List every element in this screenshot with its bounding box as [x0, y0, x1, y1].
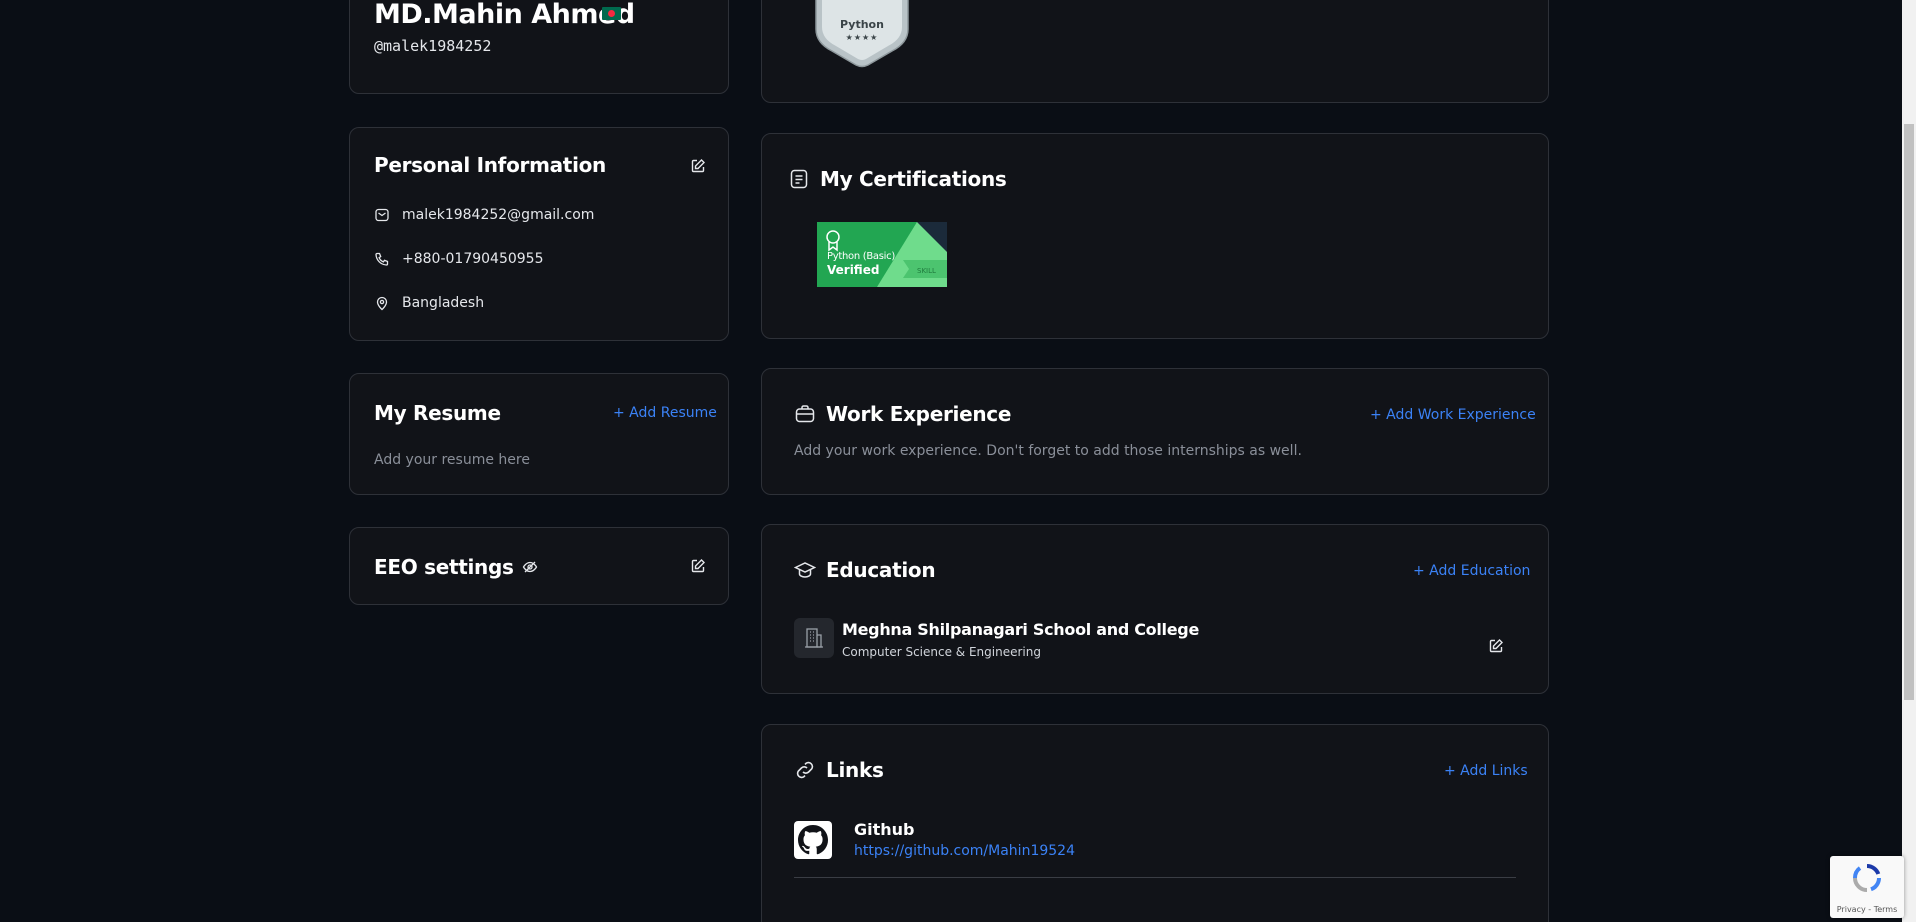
certifications-header: My Certifications: [788, 167, 1007, 191]
add-resume-link[interactable]: + Add Resume: [613, 405, 717, 421]
add-links-link[interactable]: + Add Links: [1444, 763, 1528, 779]
work-experience-card: Work Experience + Add Work Experience Ad…: [761, 368, 1549, 495]
python-basic-certificate[interactable]: Python (Basic) Verified SKILL: [817, 222, 947, 287]
link-name: Github: [854, 820, 915, 839]
personal-information-card: Personal Information malek1984252@gmail.…: [349, 127, 729, 341]
github-url-link[interactable]: https://github.com/Mahin19524: [854, 843, 1075, 859]
location-pin-icon: [374, 295, 390, 311]
divider: [794, 877, 1516, 878]
links-title: Links: [826, 758, 884, 782]
my-resume-title: My Resume: [374, 401, 501, 425]
phone-text: +880-01790450955: [402, 251, 544, 267]
link-icon: [794, 759, 816, 781]
personal-information-title: Personal Information: [374, 153, 606, 177]
email-row: malek1984252@gmail.com: [374, 207, 594, 223]
phone-row: +880-01790450955: [374, 251, 543, 267]
scrollbar-thumb[interactable]: [1904, 124, 1914, 700]
bangladesh-flag-icon: [602, 7, 621, 20]
work-experience-header: Work Experience: [794, 402, 1011, 426]
profile-name: MD.Mahin Ahmed: [374, 0, 635, 30]
scrollbar-track[interactable]: [1902, 0, 1916, 922]
recaptcha-footer-text[interactable]: Privacy - Terms: [1830, 905, 1904, 914]
edit-eeo-icon[interactable]: [689, 557, 707, 575]
links-card: Links + Add Links Github https://github.…: [761, 724, 1549, 922]
edit-personal-info-icon[interactable]: [689, 157, 707, 175]
location-text: Bangladesh: [402, 295, 485, 311]
mail-icon: [374, 207, 390, 223]
briefcase-icon: [794, 403, 816, 425]
certifications-title: My Certifications: [820, 167, 1007, 191]
eeo-settings-title: EEO settings: [374, 555, 514, 579]
eeo-settings-card: EEO settings: [349, 527, 729, 605]
python-badge-label: Python: [840, 18, 884, 31]
python-badge[interactable]: Python ★★★★: [812, 0, 912, 69]
certificate-line2: Verified: [827, 263, 880, 277]
school-field: Computer Science & Engineering: [842, 645, 1041, 659]
python-badge-stars: ★★★★: [845, 33, 879, 42]
edit-education-icon[interactable]: [1487, 637, 1505, 655]
education-title: Education: [826, 558, 936, 582]
github-icon: [794, 821, 832, 859]
certificate-line1: Python (Basic): [827, 251, 895, 262]
certificate-tag: SKILL: [917, 267, 936, 275]
work-experience-placeholder: Add your work experience. Don't forget t…: [794, 443, 1302, 459]
recaptcha-badge[interactable]: Privacy - Terms: [1830, 856, 1904, 918]
recaptcha-icon: [1851, 862, 1883, 894]
school-name: Meghna Shilpanagari School and College: [842, 620, 1199, 639]
eeo-header: EEO settings: [374, 555, 538, 579]
links-header: Links: [794, 758, 884, 782]
profile-card: MD.Mahin Ahmed @malek1984252: [349, 0, 729, 94]
education-header: Education: [794, 558, 936, 582]
certifications-card: My Certifications Python (Basic) Verifie…: [761, 133, 1549, 339]
resume-placeholder-text: Add your resume here: [374, 452, 530, 468]
profile-handle: @malek1984252: [374, 37, 492, 55]
work-experience-title: Work Experience: [826, 402, 1012, 426]
badges-card: Python ★★★★: [761, 0, 1549, 103]
location-row: Bangladesh: [374, 295, 484, 311]
document-icon: [788, 168, 810, 190]
phone-icon: [374, 251, 390, 267]
graduation-cap-icon: [794, 559, 816, 581]
education-card: Education + Add Education Meghna Shilpan…: [761, 524, 1549, 694]
add-work-experience-link[interactable]: + Add Work Experience: [1370, 407, 1536, 423]
eye-off-icon: [522, 559, 538, 575]
my-resume-card: My Resume + Add Resume Add your resume h…: [349, 373, 729, 495]
building-icon: [794, 618, 834, 658]
add-education-link[interactable]: + Add Education: [1413, 563, 1530, 579]
email-text: malek1984252@gmail.com: [402, 207, 595, 223]
